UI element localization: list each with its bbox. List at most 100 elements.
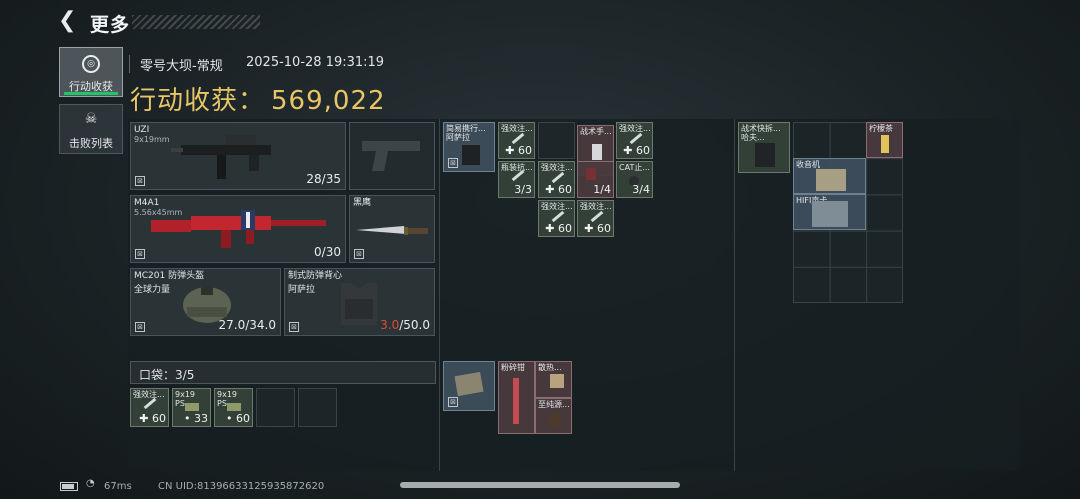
item-name: 瓶装抗... xyxy=(501,163,533,172)
item-name: 强效注... xyxy=(580,202,612,211)
item-value: ✚ 60 xyxy=(584,222,611,235)
backpack-item[interactable]: CAT止... 3/4 xyxy=(616,161,653,198)
safe-item[interactable]: 散热... xyxy=(535,361,572,398)
skull-icon: ☠ xyxy=(84,111,98,127)
title-decoration xyxy=(132,15,260,29)
backpack-empty-slot[interactable] xyxy=(538,122,575,159)
sidearm-slot[interactable] xyxy=(349,122,435,190)
armor-vest-image xyxy=(341,283,377,325)
helmet-name: MC201 防弹头盔 xyxy=(134,271,205,281)
item-name: 强效注... xyxy=(541,163,573,172)
item-value: 1/4 xyxy=(593,183,611,196)
armor-brand: 阿萨拉 xyxy=(288,285,316,295)
armor-slot[interactable]: 制式防弹背心 阿萨拉 ⊠ 3.0/50.0 xyxy=(284,268,435,336)
lock-icon: ⊠ xyxy=(289,322,299,332)
page-title: 更多 xyxy=(90,14,131,36)
pocket-count: 3/5 xyxy=(175,368,195,382)
ping-text: 67ms xyxy=(104,481,132,492)
map-name: 零号大坝-常规 xyxy=(140,59,223,74)
item-name: 粉碎钳 xyxy=(501,363,525,372)
rig-item[interactable]: 收音机 xyxy=(793,158,866,194)
backpack-item[interactable]: 强效注... ✚ 60 xyxy=(616,122,653,159)
melee-slot[interactable]: 黑鹰 ⊠ xyxy=(349,195,435,263)
item-value: ✚ 60 xyxy=(545,222,572,235)
knife-image xyxy=(356,226,428,235)
tea-can-icon xyxy=(881,135,889,153)
ammo-count: 28/35 xyxy=(306,172,341,186)
helmet-slot[interactable]: MC201 防弹头盔 全球力量 ⊠ 27.0/34.0 xyxy=(130,268,281,336)
backpack-item[interactable]: 瓶装抗... 3/3 xyxy=(498,161,535,198)
pocket-item[interactable]: 强效注... ✚ 60 xyxy=(130,388,169,427)
income-label: 行动收获： xyxy=(130,86,266,116)
backpack-item[interactable]: 强效注... ✚ 60 xyxy=(498,122,535,159)
lock-icon: ⊠ xyxy=(135,249,145,259)
uzi-image xyxy=(171,135,271,179)
item-value: • 33 xyxy=(184,412,208,425)
divider xyxy=(439,119,440,471)
helmet-brand: 全球力量 xyxy=(134,285,171,295)
armor-durability-max: /50.0 xyxy=(399,318,430,332)
item-value: 3/3 xyxy=(514,183,532,196)
back-chevron-icon[interactable]: ❮ xyxy=(58,10,80,32)
wifi-icon: ◔ xyxy=(86,478,95,489)
syringe-icon xyxy=(590,210,604,223)
tab-action-loot[interactable]: ◎ 行动收获 xyxy=(59,47,123,97)
armor-durability-current: 3.0 xyxy=(380,318,400,332)
backpack-item[interactable]: 强效注... ✚ 60 xyxy=(538,161,575,198)
pocket-item[interactable]: 9x19 PS... • 33 xyxy=(172,388,211,427)
tab-kill-list[interactable]: ☠ 击败列表 xyxy=(59,104,123,154)
item-name: 战术手... xyxy=(580,127,612,136)
weapon-caliber: 9x19mm xyxy=(134,135,170,144)
secondary-weapon-slot[interactable]: M4A1 5.56x45mm ⊠ 0/30 xyxy=(130,195,346,263)
ammo-box-icon xyxy=(185,403,199,411)
item-name: CAT止... xyxy=(619,163,650,172)
backpack-item[interactable]: 1/4 xyxy=(577,161,614,198)
item-name: 强效注... xyxy=(501,124,533,133)
home-indicator[interactable] xyxy=(400,482,680,488)
divider xyxy=(734,119,735,471)
rig-item[interactable]: HIFI声卡 xyxy=(793,194,866,230)
syringe-icon xyxy=(511,132,525,145)
pocket-item[interactable]: 9x19 PS... • 60 xyxy=(214,388,253,427)
pocket-header: 口袋：3/5 xyxy=(130,361,436,384)
target-icon: ◎ xyxy=(82,55,100,73)
melee-name: 黑鹰 xyxy=(353,198,372,208)
rig-container[interactable]: 战术快拆... 哈夫... xyxy=(738,122,790,173)
bandage-icon xyxy=(592,144,602,160)
safe-item[interactable]: 至纯源... xyxy=(535,398,572,434)
safe-box-icon xyxy=(454,371,484,397)
backpack-item[interactable]: 强效注... ✚ 60 xyxy=(538,200,575,237)
item-value: • 60 xyxy=(226,412,250,425)
weapon-name: UZI xyxy=(134,125,150,135)
rig-item[interactable]: 柠檬茶 xyxy=(866,122,903,158)
item-name: 散热... xyxy=(538,363,562,372)
pocket-empty-slot[interactable] xyxy=(298,388,337,427)
item-value: ✚ 60 xyxy=(139,412,166,425)
tab-label: 行动收获 xyxy=(69,80,113,93)
item-name: 至纯源... xyxy=(538,400,570,409)
divider xyxy=(129,55,130,73)
item-name: 强效注... xyxy=(619,124,651,133)
safe-item[interactable]: 粉碎钳 xyxy=(498,361,535,434)
m4a1-image xyxy=(151,210,326,248)
lock-icon: ⊠ xyxy=(135,176,145,186)
item-value: ✚ 60 xyxy=(505,144,532,157)
backpack-container[interactable]: 简易携行... 阿萨拉 ⊠ xyxy=(443,122,495,172)
item-value: 3/4 xyxy=(632,183,650,196)
primary-weapon-slot[interactable]: UZI 9x19mm ⊠ 28/35 xyxy=(130,122,346,190)
item-name: 强效注... xyxy=(541,202,573,211)
safe-box[interactable]: ⊠ xyxy=(443,361,495,411)
match-datetime: 2025-10-28 19:31:19 xyxy=(246,55,385,70)
radio-icon xyxy=(816,169,846,191)
item-value: ✚ 60 xyxy=(623,144,650,157)
medkit-icon xyxy=(586,168,596,180)
backpack-item[interactable]: 强效注... ✚ 60 xyxy=(577,200,614,237)
lock-icon: ⊠ xyxy=(135,322,145,332)
syringe-icon xyxy=(143,397,157,410)
pocket-empty-slot[interactable] xyxy=(256,388,295,427)
ammo-count: 0/30 xyxy=(314,245,341,259)
battery-icon xyxy=(60,482,78,491)
lock-icon: ⊠ xyxy=(354,249,364,259)
item-name: 战术快拆... 哈夫... xyxy=(741,124,781,142)
rig-icon xyxy=(755,143,775,167)
